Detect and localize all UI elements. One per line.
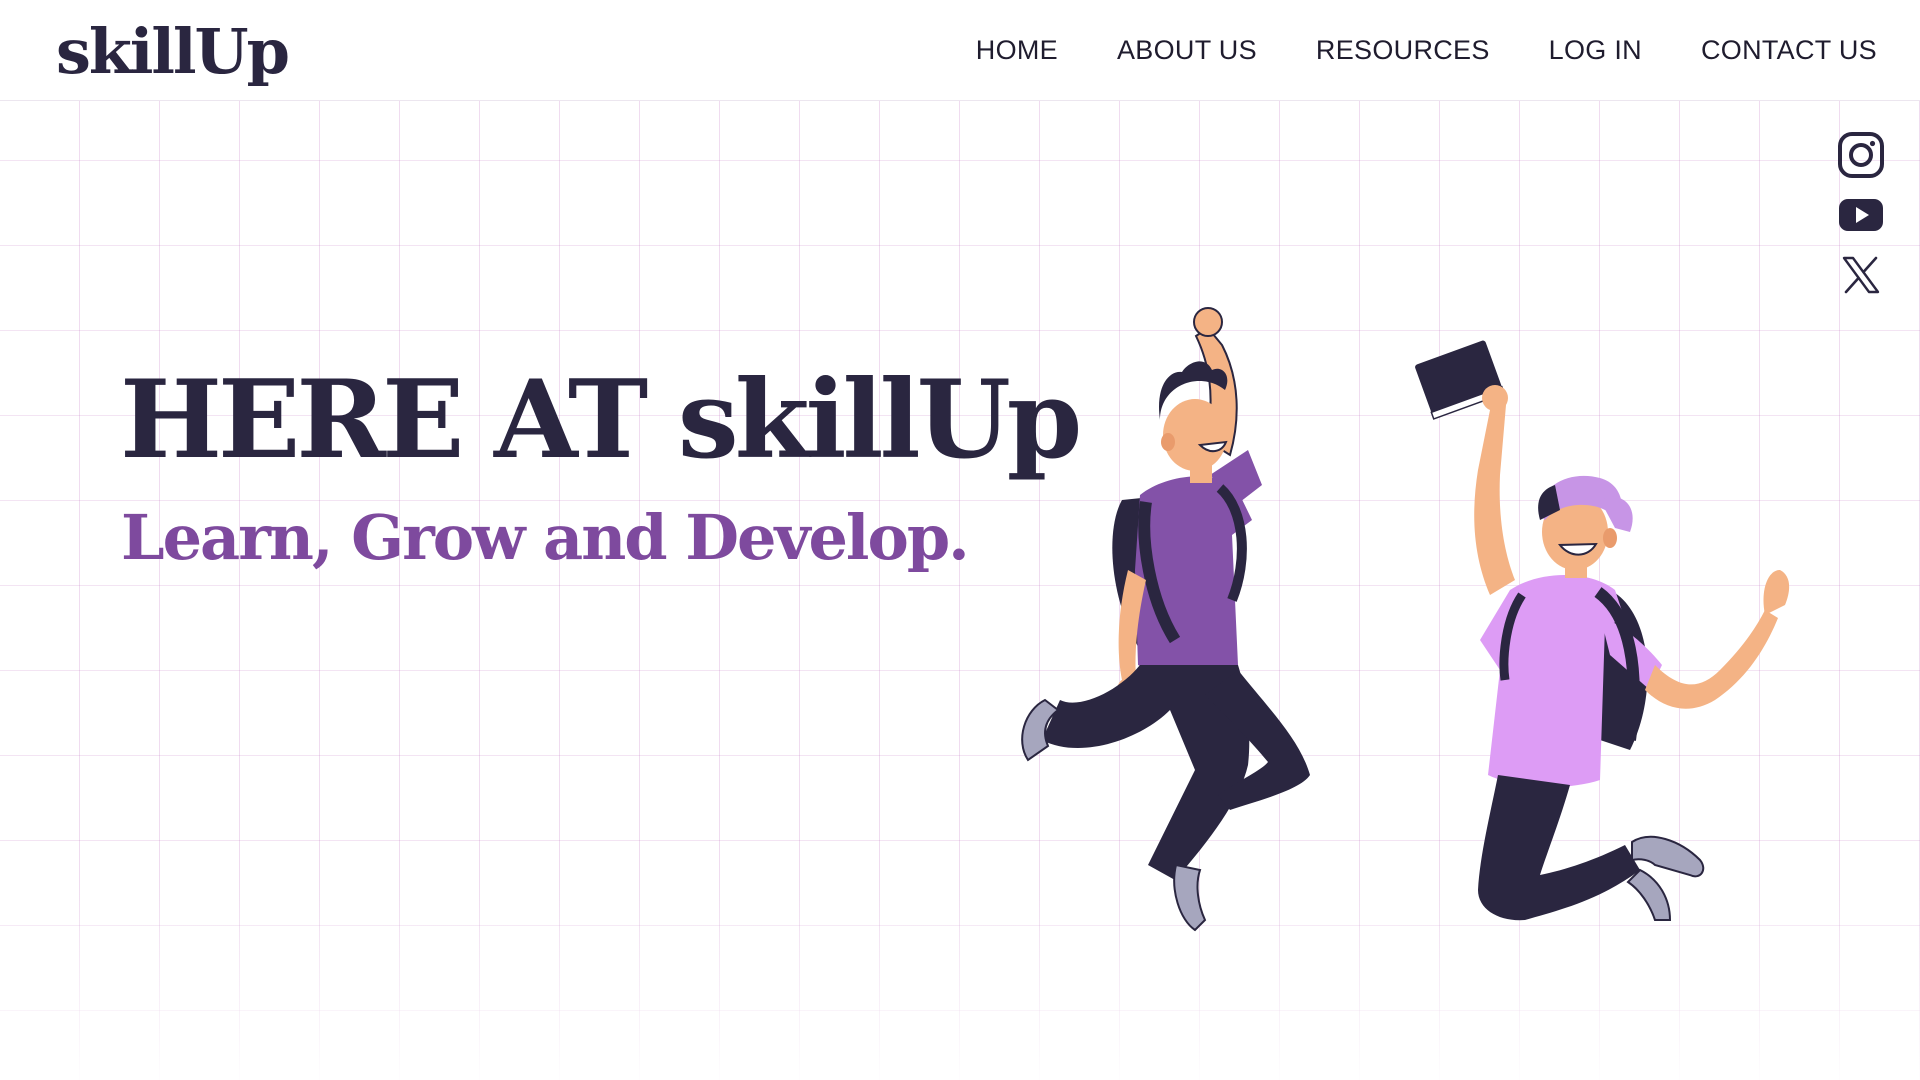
jumping-students-illustration xyxy=(1021,307,1790,932)
site-logo[interactable]: skillUp xyxy=(56,12,290,92)
x-twitter-icon[interactable] xyxy=(1836,250,1886,300)
hero-subtitle: Learn, Grow and Develop. xyxy=(121,501,970,574)
instagram-icon[interactable] xyxy=(1836,130,1886,180)
social-links xyxy=(1836,130,1886,310)
youtube-icon[interactable] xyxy=(1836,190,1886,240)
student-right-figure xyxy=(1415,340,1790,921)
nav-home-link[interactable]: HOME xyxy=(976,30,1058,70)
hero-title: HERE AT skillUp xyxy=(120,357,1082,483)
nav-contact-us-link[interactable]: CONTACT US xyxy=(1701,30,1877,70)
main-nav: HOME ABOUT US RESOURCES LOG IN CONTACT U… xyxy=(917,30,1877,70)
nav-about-us-link[interactable]: ABOUT US xyxy=(1117,30,1257,70)
nav-resources-link[interactable]: RESOURCES xyxy=(1316,30,1490,70)
student-left-figure xyxy=(1021,307,1310,932)
nav-log-in-link[interactable]: LOG IN xyxy=(1549,30,1642,70)
site-header: skillUp HOME ABOUT US RESOURCES LOG IN C… xyxy=(0,0,1920,101)
